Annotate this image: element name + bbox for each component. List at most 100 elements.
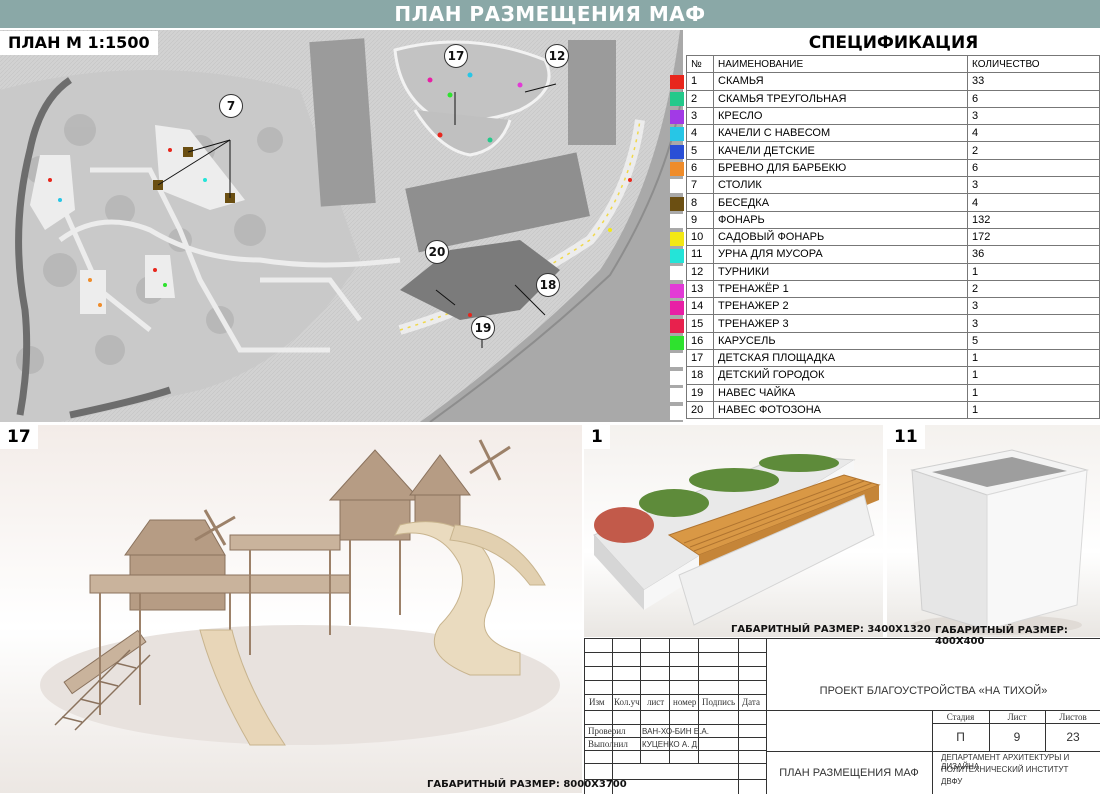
spec-cell-name: ТУРНИКИ	[713, 262, 968, 281]
stamp-col-izm: Изм	[589, 697, 605, 707]
spec-color-swatch	[670, 196, 684, 211]
stamp-stage-value: П	[956, 730, 965, 744]
spec-color-swatch	[670, 75, 684, 89]
spec-row: 11 УРНА ДЛЯ МУСОРА 36	[686, 245, 1100, 264]
plan-callout-12: 12	[545, 44, 569, 68]
spec-cell-qty: 6	[967, 89, 1100, 108]
stamp-drawing-title: ПЛАН РАЗМЕЩЕНИЯ МАФ	[779, 767, 919, 779]
spec-cell-num: 9	[686, 210, 714, 229]
spec-cell-num: 2	[686, 89, 714, 108]
spec-cell-num: 6	[686, 158, 714, 178]
spec-cell-num: 18	[686, 366, 714, 385]
spec-row: 15 ТРЕНАЖЕР 33	[686, 314, 1100, 333]
spec-cell-name: ТРЕНАЖЁР 1	[713, 279, 968, 299]
title-block: Изм Кол.уч лист номер Подпись Дата Прове…	[584, 638, 1100, 794]
spec-cell-name: БРЕВНО ДЛЯ БАРБЕКЮ	[713, 158, 968, 178]
stamp-sheet-value: 9	[1013, 730, 1021, 744]
spec-cell-name: ТРЕНАЖЕР 2	[713, 297, 968, 316]
spec-cell-num: 14	[686, 297, 714, 316]
spec-cell-qty: 3	[967, 314, 1100, 333]
plan-callout-19: 19	[471, 316, 495, 340]
panel-17-number: 17	[0, 425, 38, 449]
spec-cell-qty: 5	[967, 331, 1100, 351]
spec-color-swatch	[670, 370, 684, 385]
spec-cell-num: 15	[686, 314, 714, 333]
spec-cell-qty: 3	[967, 106, 1100, 126]
stamp-col-data: Дата	[742, 697, 760, 707]
panel-17-caption: ГАБАРИТНЫЙ РАЗМЕР: 8000Х3700	[427, 779, 627, 790]
spec-row: 20 НАВЕС ФОТОЗОНА 1	[686, 400, 1100, 420]
spec-cell-name: НАВЕС ФОТОЗОНА	[713, 400, 968, 420]
spec-cell-name: КАЧЕЛИ С НАВЕСОМ	[713, 124, 968, 143]
spec-cell-qty: 1	[967, 400, 1100, 420]
spec-cell-name: СКАМЬЯ	[713, 72, 968, 91]
spec-table: № НАИМЕНОВАНИЕ КОЛИЧЕСТВО 1 СКАМЬЯ 33 2 СКАМ…	[686, 54, 1100, 420]
spec-cell-qty: 132	[967, 210, 1100, 229]
spec-cell-name: КРЕСЛО	[713, 106, 968, 126]
spec-color-swatch	[670, 127, 684, 142]
spec-cell-qty: 2	[967, 279, 1100, 299]
playground-illustration	[40, 439, 560, 746]
panel-1-number: 1	[584, 425, 610, 449]
spec-row: 12 ТУРНИКИ 1	[686, 262, 1100, 281]
page-title: ПЛАН РАЗМЕЩЕНИЯ МАФ	[0, 0, 1100, 28]
plan-callout-18: 18	[536, 273, 560, 297]
spec-cell-name: ДЕТСКИЙ ГОРОДОК	[713, 366, 968, 385]
spec-row: 7 СТОЛИК 3	[686, 176, 1100, 195]
spec-cell-num: 17	[686, 349, 714, 368]
spec-row: 6 БРЕВНО ДЛЯ БАРБЕКЮ 6	[686, 158, 1100, 178]
spec-cell-qty: 4	[967, 124, 1100, 143]
spec-cell-qty: 2	[967, 141, 1100, 160]
stamp-col-nomer: номер	[673, 697, 697, 707]
spec-cell-num: 3	[686, 106, 714, 126]
bench-render	[584, 425, 883, 637]
spec-row: 9 ФОНАРЬ 132	[686, 210, 1100, 229]
spec-cell-qty: 1	[967, 366, 1100, 385]
stamp-done-label: Выполнил	[588, 739, 628, 749]
spec-color-swatch	[670, 283, 684, 298]
spec-row: 10 САДОВЫЙ ФОНАРЬ 172	[686, 227, 1100, 247]
spec-cell-name: СКАМЬЯ ТРЕУГОЛЬНАЯ	[713, 89, 968, 108]
spec-cell-num: 12	[686, 262, 714, 281]
spec-cell-num: 7	[686, 176, 714, 195]
spec-row: 13 ТРЕНАЖЁР 12	[686, 279, 1100, 299]
spec-header-name: НАИМЕНОВАНИЕ	[713, 54, 968, 74]
spec-color-swatch	[670, 109, 684, 124]
stamp-org-line3: ДВФУ	[941, 777, 963, 786]
stamp-sheet-label: Лист	[1007, 712, 1027, 722]
urn-illustration	[910, 449, 1089, 635]
bench-illustration	[593, 454, 881, 626]
spec-cell-qty: 1	[967, 262, 1100, 281]
spec-row: 1 СКАМЬЯ 33	[686, 72, 1100, 91]
spec-row: 18 ДЕТСКИЙ ГОРОДОК 1	[686, 366, 1100, 385]
spec-cell-name: КАЧЕЛИ ДЕТСКИЕ	[713, 141, 968, 160]
stamp-col-kol: Кол.уч	[614, 697, 640, 707]
spec-row: 3 КРЕСЛО 3	[686, 106, 1100, 126]
spec-row: 4 КАЧЕЛИ С НАВЕСОМ 4	[686, 124, 1100, 143]
spec-color-swatch	[670, 231, 684, 246]
spec-cell-name: ДЕТСКАЯ ПЛОЩАДКА	[713, 349, 968, 368]
spec-header-row: № НАИМЕНОВАНИЕ КОЛИЧЕСТВО	[686, 54, 1100, 74]
spec-color-swatch	[670, 318, 684, 333]
spec-color-swatch	[670, 353, 684, 368]
spec-cell-num: 13	[686, 279, 714, 299]
spec-row: 14 ТРЕНАЖЕР 23	[686, 297, 1100, 316]
stamp-org-line2: ПОЛИТЕХНИЧЕСКИЙ ИНСТИТУТ	[941, 765, 1069, 774]
spec-cell-qty: 33	[967, 72, 1100, 91]
spec-cell-num: 16	[686, 331, 714, 351]
spec-color-swatch	[670, 405, 684, 420]
spec-color-swatch	[670, 249, 684, 263]
stamp-col-list: лист	[647, 697, 665, 707]
spec-color-swatch	[670, 162, 684, 176]
site-plan	[0, 30, 683, 422]
stamp-sheets-value: 23	[1066, 730, 1080, 744]
spec-header-qty: КОЛИЧЕСТВО	[967, 54, 1100, 74]
spec-color-swatch	[670, 388, 684, 403]
spec-row: 16 КАРУСЕЛЬ 5	[686, 331, 1100, 351]
spec-cell-qty: 3	[967, 176, 1100, 195]
spec-cell-name: ФОНАРЬ	[713, 210, 968, 229]
spec-cell-num: 19	[686, 383, 714, 402]
spec-row: 5 КАЧЕЛИ ДЕТСКИЕ 2	[686, 141, 1100, 160]
spec-cell-num: 5	[686, 141, 714, 160]
stamp-done-name: КУЦЕНКО А. Д.	[642, 740, 700, 749]
